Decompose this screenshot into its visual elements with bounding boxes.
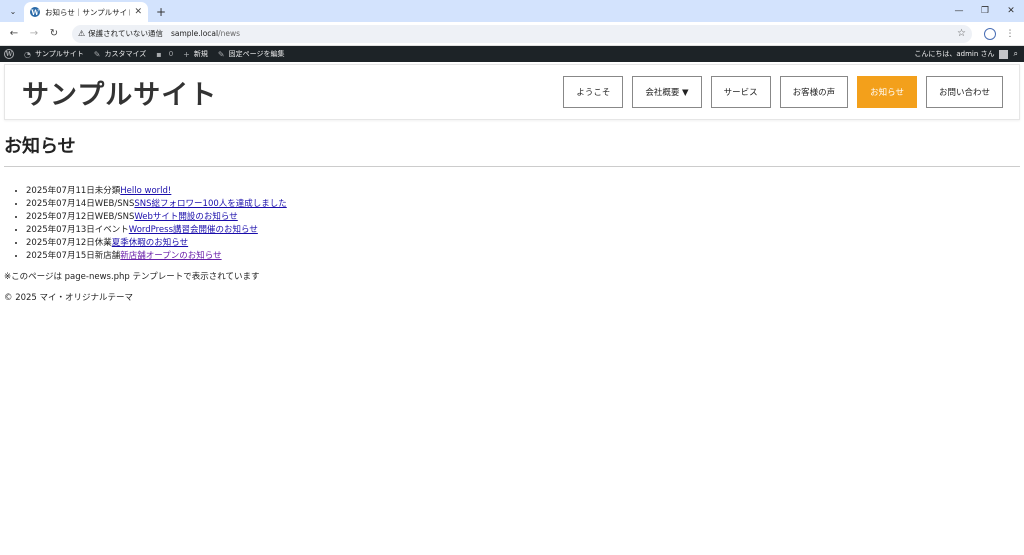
list-item: 2025年07月15日新店舗新店舗オープンのお知らせ (26, 250, 1020, 263)
adminbar-greeting[interactable]: こんにちは、admin さん (914, 49, 994, 59)
adminbar-site-name[interactable]: ◔ サンプルサイト (24, 49, 84, 59)
list-item: 2025年07月11日未分類Hello world! (26, 185, 1020, 198)
restore-icon[interactable]: ❐ (972, 0, 998, 22)
tab-close-icon[interactable]: ✕ (134, 7, 142, 17)
news-link[interactable]: 夏季休暇のお知らせ (112, 238, 188, 248)
news-link[interactable]: 新店舗オープンのお知らせ (120, 251, 221, 261)
wordpress-favicon-icon: W (30, 7, 40, 17)
adminbar-edit-page[interactable]: ✎ 固定ページを編集 (218, 49, 285, 59)
site-footer: © 2025 マイ・オリジナルテーマ (4, 293, 134, 303)
main-content: お知らせ 2025年07月11日未分類Hello world! 2025年07月… (0, 132, 1024, 303)
news-link[interactable]: WordPress講習会開催のお知らせ (129, 225, 258, 235)
global-nav: ようこそ 会社概要 ▼ サービス お客様の声 お知らせ お問い合わせ (554, 76, 1003, 108)
nav-item-services[interactable]: サービス (710, 76, 771, 108)
tab-title: お知らせ｜サンプルサイト (45, 7, 131, 17)
wordpress-logo-icon[interactable]: W (4, 49, 14, 59)
wp-admin-bar: W ◔ サンプルサイト ✎ カスタマイズ ▪ 0 + 新規 ✎ 固定ページを編集 こんにち… (0, 46, 1024, 62)
adminbar-comments[interactable]: ▪ 0 (156, 50, 173, 59)
nav-item-news[interactable]: お知らせ (857, 76, 917, 108)
list-item: 2025年07月12日WEB/SNSWebサイト開設のお知らせ (26, 211, 1020, 224)
browser-tab-strip: ⌄ W お知らせ｜サンプルサイト ✕ + — ❐ ✕ (0, 0, 1024, 22)
tab-list-chevron-icon[interactable]: ⌄ (4, 2, 22, 20)
adminbar-new[interactable]: + 新規 (183, 49, 208, 59)
browser-toolbar: ← → ↻ ⚠ 保護されていない通信 sample.local/news ☆ ⋮ (0, 22, 1024, 46)
bookmark-star-icon[interactable]: ☆ (957, 28, 966, 39)
browser-tab-active[interactable]: W お知らせ｜サンプルサイト ✕ (24, 2, 148, 22)
reload-icon[interactable]: ↻ (44, 24, 64, 44)
url-path: /news (218, 29, 241, 38)
nav-item-company[interactable]: 会社概要 ▼ (632, 76, 702, 108)
site-header: サンプルサイト ようこそ 会社概要 ▼ サービス お客様の声 お知らせ お問い合… (4, 64, 1020, 120)
minimize-icon[interactable]: — (946, 0, 972, 22)
site-title[interactable]: サンプルサイト (22, 73, 217, 112)
page-title: お知らせ (4, 132, 1020, 167)
news-list: 2025年07月11日未分類Hello world! 2025年07月14日WE… (26, 185, 1020, 263)
list-item: 2025年07月13日イベントWordPress講習会開催のお知らせ (26, 224, 1020, 237)
comment-bubble-icon: ▪ (156, 49, 162, 59)
list-item: 2025年07月14日WEB/SNSSNS総フォロワー100人を達成しました (26, 198, 1020, 211)
plus-icon: + (183, 49, 190, 59)
user-avatar[interactable] (998, 49, 1008, 59)
news-link[interactable]: SNS総フォロワー100人を達成しました (134, 199, 286, 209)
address-bar[interactable]: ⚠ 保護されていない通信 sample.local/news ☆ (72, 24, 972, 43)
news-link[interactable]: Hello world! (120, 186, 171, 196)
url-host: sample.local (170, 29, 219, 38)
brush-icon: ✎ (93, 49, 101, 59)
kebab-menu-icon[interactable]: ⋮ (1000, 24, 1020, 44)
list-item: 2025年07月12日休業夏季休暇のお知らせ (26, 237, 1020, 250)
nav-item-welcome[interactable]: ようこそ (563, 76, 624, 108)
pencil-icon: ✎ (217, 49, 225, 59)
forward-arrow-icon[interactable]: → (24, 24, 44, 44)
template-note: ※このページは page-news.php テンプレートで表示されています (4, 272, 260, 282)
window-controls: — ❐ ✕ (946, 0, 1024, 22)
warning-triangle-icon[interactable]: ⚠ (78, 29, 85, 38)
nav-item-testimonials[interactable]: お客様の声 (779, 76, 849, 108)
close-window-icon[interactable]: ✕ (998, 0, 1024, 22)
dashboard-gauge-icon: ◔ (24, 49, 31, 59)
new-tab-plus-icon[interactable]: + (152, 3, 170, 21)
security-label[interactable]: 保護されていない通信 (88, 28, 163, 39)
profile-avatar-icon[interactable] (984, 27, 996, 40)
nav-item-contact[interactable]: お問い合わせ (925, 76, 1003, 108)
back-arrow-icon[interactable]: ← (4, 24, 24, 44)
adminbar-customize[interactable]: ✎ カスタマイズ (94, 49, 147, 59)
news-link[interactable]: Webサイト開設のお知らせ (134, 212, 237, 222)
search-icon[interactable]: ⌕ (1014, 49, 1018, 59)
